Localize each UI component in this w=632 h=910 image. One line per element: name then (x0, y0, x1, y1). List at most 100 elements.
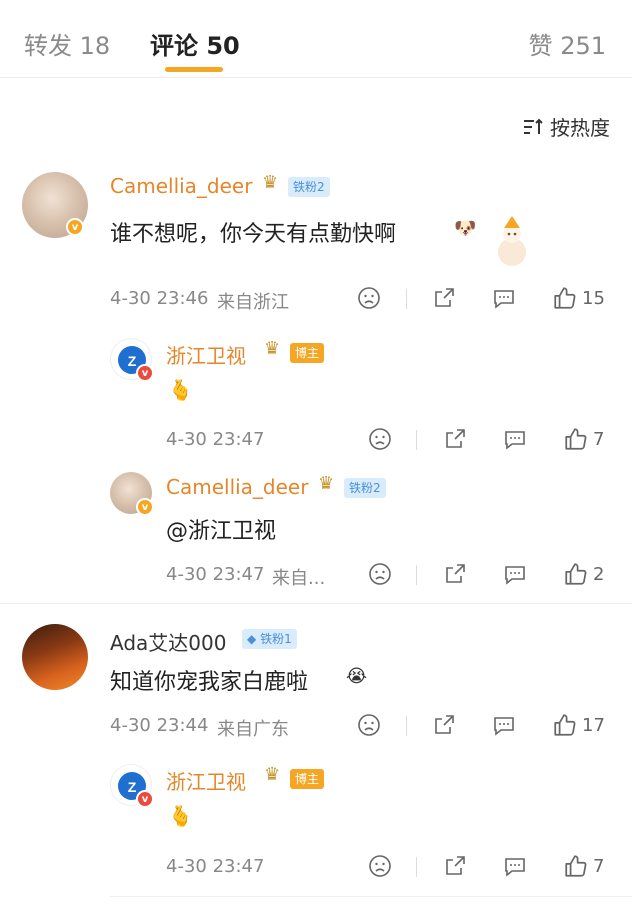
like-button[interactable]: 15 (552, 285, 605, 311)
like-button[interactable]: 17 (552, 712, 605, 738)
dislike-button[interactable] (368, 427, 392, 451)
sad-face-icon (369, 428, 391, 450)
finger-heart-icon: 🫰 (168, 804, 193, 828)
reply-username[interactable]: 浙江卫视 (166, 340, 246, 369)
sort-icon (524, 118, 543, 134)
dislike-button[interactable] (357, 713, 381, 737)
thumbs-up-icon (565, 563, 587, 585)
thumbs-up-icon (565, 855, 587, 877)
divider (406, 716, 407, 736)
thumbs-up-icon (554, 714, 576, 736)
tab-reposts-label: 转发 (24, 32, 72, 60)
svg-text:Z: Z (128, 353, 137, 369)
sad-face-icon (369, 563, 391, 585)
like-count: 7 (593, 855, 605, 877)
active-tab-indicator (165, 67, 223, 72)
verified-badge-icon: v (136, 790, 154, 808)
svg-text:Z: Z (128, 779, 137, 795)
reply-button[interactable] (503, 854, 527, 878)
comment-location: 来自浙江 (217, 292, 289, 313)
verified-badge-icon: v (136, 364, 154, 382)
like-count: 17 (582, 714, 605, 736)
reply-divider (110, 896, 632, 897)
snowman-sticker-icon (498, 216, 526, 266)
share-icon (435, 288, 454, 307)
dislike-button[interactable] (357, 286, 381, 310)
diamond-icon: ◆ (247, 632, 257, 646)
share-icon (446, 564, 465, 583)
share-icon (446, 429, 465, 448)
divider (416, 565, 417, 585)
comment-icon (505, 858, 525, 877)
tab-comments-label: 评论 (150, 32, 198, 60)
avatar[interactable] (22, 624, 88, 690)
reply-button[interactable] (503, 427, 527, 451)
divider (416, 857, 417, 877)
crying-face-icon: 😭 (346, 666, 368, 687)
comment-icon (494, 290, 514, 309)
reply-username[interactable]: Camellia_deer (166, 475, 308, 499)
like-count: 7 (593, 428, 605, 450)
reply-button[interactable] (503, 562, 527, 586)
doge-emoji-icon: 🐶 (454, 218, 477, 239)
fan-badge: 铁粉2 (344, 478, 386, 498)
fan-badge: 铁粉2 (288, 177, 330, 197)
reply-button[interactable] (492, 286, 516, 310)
tab-comments-count: 50 (206, 32, 240, 60)
reply-time: 4-30 23:47 (166, 429, 265, 450)
like-count: 2 (593, 563, 605, 585)
share-icon (435, 715, 454, 734)
divider (406, 289, 407, 309)
share-button[interactable] (443, 427, 467, 451)
comment-time: 4-30 23:46 (110, 288, 209, 309)
share-button[interactable] (432, 713, 456, 737)
finger-heart-icon: 🫰 (168, 378, 193, 402)
comment-icon (505, 431, 525, 450)
like-button[interactable]: 7 (563, 853, 604, 879)
sort-button[interactable]: 按热度 (522, 112, 610, 141)
tab-likes-count: 251 (560, 32, 606, 60)
reply-username[interactable]: 浙江卫视 (166, 766, 246, 795)
thumbs-up-icon (565, 428, 587, 450)
fan-badge-label: 铁粉1 (260, 632, 292, 646)
tab-reposts[interactable]: 转发 18 (24, 26, 110, 61)
comment-username[interactable]: Camellia_deer (110, 174, 252, 198)
reply-time: 4-30 23:47 (166, 856, 265, 877)
like-button[interactable]: 7 (563, 426, 604, 452)
dislike-button[interactable] (368, 562, 392, 586)
comment-divider (0, 603, 632, 604)
sad-face-icon (358, 287, 380, 309)
fan-badge: ◆ 铁粉1 (242, 629, 297, 649)
comment-icon (505, 566, 525, 585)
verified-badge-icon: v (66, 218, 84, 236)
crown-icon: ♛ (264, 338, 281, 359)
reply-text: @浙江卫视 (166, 519, 277, 544)
reply-location: 来自... (272, 568, 326, 589)
owner-badge: 博主 (290, 343, 325, 363)
like-count: 15 (582, 287, 605, 309)
tab-likes-label: 赞 (528, 32, 553, 60)
comment-location: 来自广东 (217, 719, 289, 740)
comment-username[interactable]: Ada艾达000 (110, 627, 226, 656)
divider (416, 430, 417, 450)
like-button[interactable]: 2 (563, 561, 604, 587)
crown-icon: ♛ (262, 172, 279, 193)
verified-badge-icon: v (136, 498, 154, 516)
dislike-button[interactable] (368, 854, 392, 878)
sad-face-icon (358, 714, 380, 736)
reply-time: 4-30 23:47 (166, 564, 265, 585)
tab-comments[interactable]: 评论 50 (150, 26, 240, 61)
share-button[interactable] (443, 854, 467, 878)
crown-icon: ♛ (264, 764, 281, 785)
tab-reposts-count: 18 (79, 32, 111, 60)
share-button[interactable] (443, 562, 467, 586)
share-button[interactable] (432, 286, 456, 310)
comment-text: 谁不想呢，你今天有点勤快啊 (110, 222, 397, 247)
comment-icon (494, 717, 514, 736)
share-icon (446, 856, 465, 875)
tab-likes[interactable]: 赞 251 (529, 26, 606, 61)
sort-label: 按热度 (550, 116, 610, 140)
thumbs-up-icon (554, 287, 576, 309)
sad-face-icon (369, 855, 391, 877)
reply-button[interactable] (492, 713, 516, 737)
